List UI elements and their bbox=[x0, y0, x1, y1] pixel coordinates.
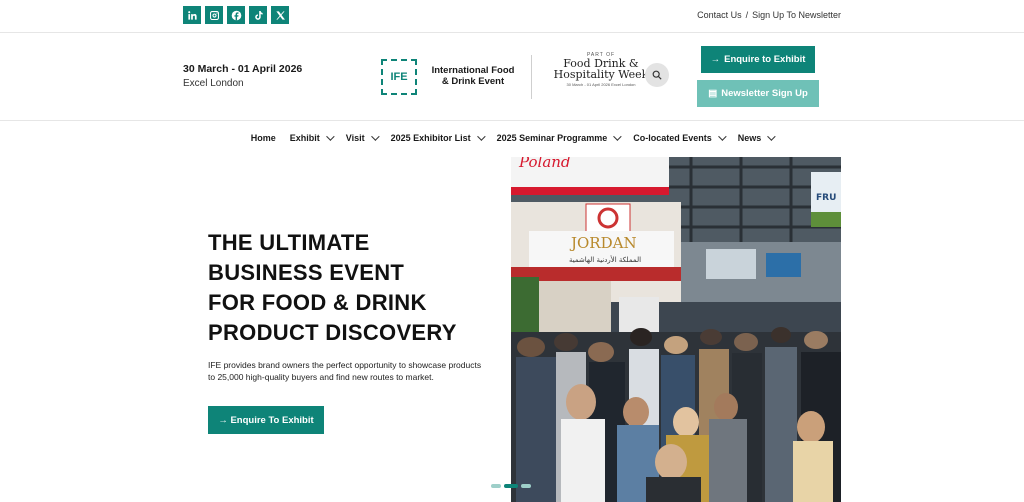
chevron-down-icon bbox=[325, 132, 335, 141]
nav-label: 2025 Exhibitor List bbox=[390, 133, 471, 143]
nav-item-exhibitor-list[interactable]: 2025 Exhibitor List bbox=[390, 132, 486, 143]
main-nav: Home Exhibit Visit 2025 Exhibitor List 2… bbox=[0, 121, 1024, 155]
fru-sign: FRU bbox=[816, 193, 836, 203]
x-icon[interactable] bbox=[271, 6, 289, 24]
ife-logo[interactable]: IFE bbox=[381, 59, 417, 95]
fdh-dates: 30 March - 01 April 2026 Excel London bbox=[566, 82, 636, 87]
chevron-down-icon bbox=[476, 132, 486, 141]
ife-logo-text: IFE bbox=[390, 71, 408, 83]
newsletter-link[interactable]: Sign Up To Newsletter bbox=[752, 10, 841, 20]
logo-divider bbox=[531, 55, 532, 99]
carousel-dot[interactable] bbox=[491, 484, 501, 488]
exhibition-hall-image: Poland JORDAN المملكة الأردنية الهاشمية … bbox=[511, 157, 841, 502]
nav-label: 2025 Seminar Programme bbox=[496, 133, 608, 143]
linkedin-icon[interactable] bbox=[183, 6, 201, 24]
top-bar: Contact Us / Sign Up To Newsletter bbox=[0, 0, 1024, 33]
jordan-sign: JORDAN bbox=[569, 234, 637, 252]
chevron-down-icon bbox=[613, 132, 622, 141]
enquire-to-exhibit-button[interactable]: → Enquire to Exhibit bbox=[701, 46, 815, 73]
nav-label: Exhibit bbox=[289, 133, 320, 143]
search-icon bbox=[652, 70, 662, 80]
facebook-icon[interactable] bbox=[227, 6, 245, 24]
arrow-right-icon: → bbox=[218, 414, 231, 426]
hero-title-line: PRODUCT DISCOVERY bbox=[208, 320, 457, 345]
chevron-down-icon bbox=[717, 132, 727, 141]
top-links: Contact Us / Sign Up To Newsletter bbox=[697, 10, 841, 20]
enquire-label: Enquire to Exhibit bbox=[724, 54, 806, 65]
nav-item-home[interactable]: Home bbox=[251, 133, 276, 143]
nav-item-co-located-events[interactable]: Co-located Events bbox=[633, 132, 727, 143]
poland-sign: Poland bbox=[518, 157, 571, 171]
newsletter-icon: ▤ bbox=[708, 88, 718, 99]
search-button[interactable] bbox=[645, 63, 669, 87]
event-date: 30 March - 01 April 2026 bbox=[183, 63, 303, 75]
hero-cta-label: Enquire To Exhibit bbox=[230, 414, 314, 426]
link-separator: / bbox=[745, 10, 749, 20]
nav-item-news[interactable]: News bbox=[737, 132, 776, 143]
nav-item-exhibit[interactable]: Exhibit bbox=[289, 132, 335, 143]
hero-title: THE ULTIMATE BUSINESS EVENT FOR FOOD & D… bbox=[208, 228, 457, 348]
event-venue: Excel London bbox=[183, 78, 244, 89]
jordan-sign-sub: المملكة الأردنية الهاشمية bbox=[569, 255, 641, 264]
nav-label: Home bbox=[250, 133, 276, 143]
carousel-dot-active[interactable] bbox=[504, 484, 518, 488]
hero-photo: Poland JORDAN المملكة الأردنية الهاشمية … bbox=[511, 157, 841, 502]
newsletter-label: Newsletter Sign Up bbox=[721, 88, 808, 99]
ife-name-line2: & Drink Event bbox=[441, 76, 505, 87]
nav-item-visit[interactable]: Visit bbox=[345, 132, 380, 143]
hero-description: IFE provides brand owners the perfect op… bbox=[208, 360, 482, 382]
nav-item-seminar-programme[interactable]: 2025 Seminar Programme bbox=[496, 132, 622, 143]
nav-label: News bbox=[737, 133, 762, 143]
ife-event-name[interactable]: International Food & Drink Event bbox=[423, 65, 523, 87]
nav-label: Visit bbox=[345, 133, 365, 143]
chevron-down-icon bbox=[767, 132, 776, 141]
carousel-dot[interactable] bbox=[521, 484, 531, 488]
hero-title-line: BUSINESS EVENT bbox=[208, 260, 405, 285]
carousel-dots bbox=[491, 484, 531, 488]
site-header: 30 March - 01 April 2026 Excel London IF… bbox=[0, 33, 1024, 121]
fdh-line2: Hospitality Week bbox=[553, 68, 649, 81]
chevron-down-icon bbox=[370, 132, 380, 141]
instagram-icon[interactable] bbox=[205, 6, 223, 24]
tiktok-icon[interactable] bbox=[249, 6, 267, 24]
ife-name-line1: International Food bbox=[431, 65, 515, 76]
hero-title-line: FOR FOOD & DRINK bbox=[208, 290, 427, 315]
social-links bbox=[183, 6, 289, 24]
fdh-week-logo[interactable]: PART OF Food Drink & Hospitality Week 30… bbox=[546, 52, 656, 87]
newsletter-signup-button[interactable]: ▤ Newsletter Sign Up bbox=[697, 80, 819, 107]
contact-us-link[interactable]: Contact Us bbox=[697, 10, 742, 20]
hero-title-line: THE ULTIMATE bbox=[208, 230, 370, 255]
arrow-right-icon: → bbox=[710, 54, 721, 65]
nav-label: Co-located Events bbox=[633, 133, 712, 143]
hero-enquire-button[interactable]: → Enquire To Exhibit bbox=[208, 406, 324, 434]
